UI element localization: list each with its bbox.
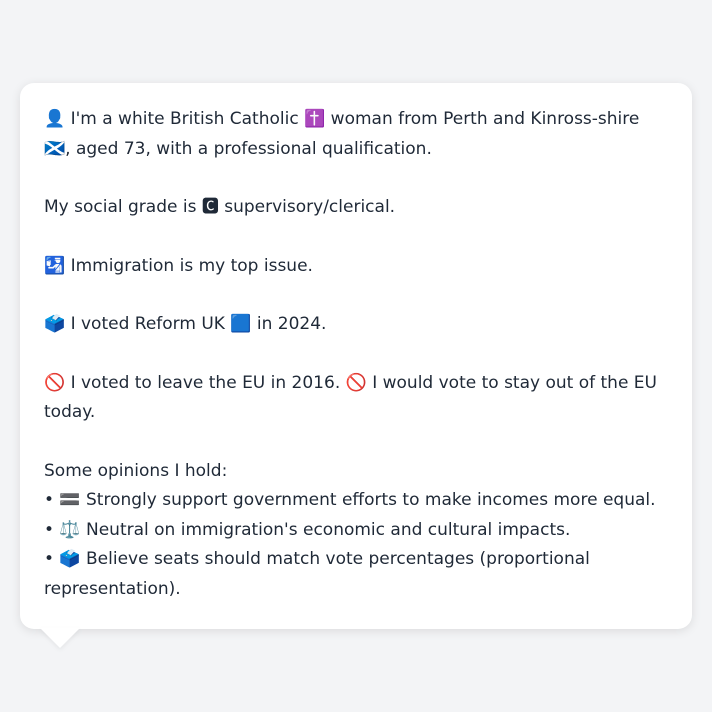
opinion-item-immigration: • ⚖️ Neutral on immigration's economic a… — [44, 519, 571, 540]
opinions-heading: Some opinions I hold: — [44, 460, 228, 481]
eu-vote-text: 🚫 I voted to leave the EU in 2016. 🚫 I w… — [44, 372, 657, 423]
vote-2024-text: 🗳️ I voted Reform UK 🟦 in 2024. — [44, 314, 327, 334]
profile-speech-bubble: 👤 I'm a white British Catholic ✝️ woman … — [20, 83, 692, 629]
intro-text: 👤 I'm a white British Catholic ✝️ woman … — [44, 109, 640, 159]
top-issue-text: 🛂 Immigration is my top issue. — [44, 255, 313, 276]
social-grade-text: My social grade is 🅲 supervisory/clerica… — [44, 197, 396, 217]
opinion-item-representation: • 🗳️ Believe seats should match vote per… — [44, 549, 590, 599]
opinion-item-incomes: • 🟰 Strongly support government efforts … — [44, 490, 656, 510]
speech-bubble-tail — [40, 628, 80, 648]
